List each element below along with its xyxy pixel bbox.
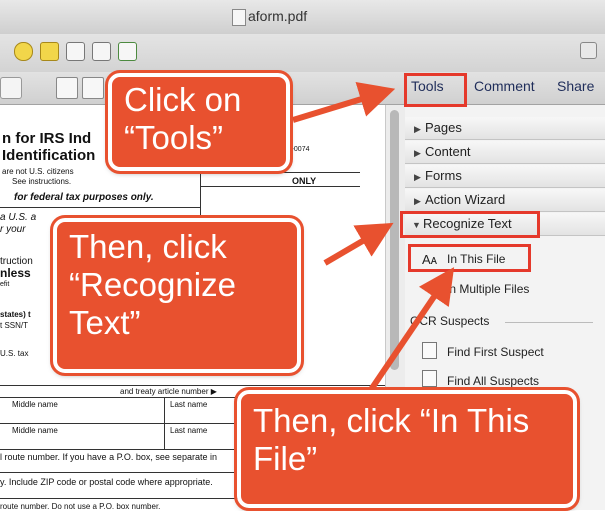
callout-recognize-text: Then, click “Recognize Text”	[50, 215, 304, 376]
callout-in-this-file: Then, click “In This File”	[234, 387, 580, 511]
arrow-to-in-this-file	[365, 267, 455, 396]
arrow-to-recognize-text	[323, 222, 394, 266]
arrow-to-tools	[292, 82, 396, 123]
callout-click-tools: Click on “Tools”	[105, 70, 293, 174]
